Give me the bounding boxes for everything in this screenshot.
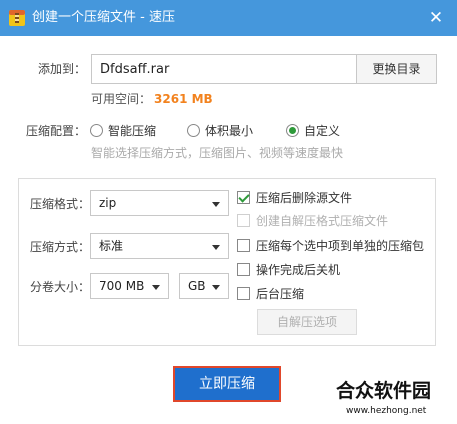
radio-smart-label: 智能压缩	[108, 123, 157, 138]
chevron-down-icon	[212, 245, 220, 250]
watermark-url: www.hezhong.net	[346, 406, 427, 416]
checkbox-separate-archives-label: 压缩每个选中项到单独的压缩包	[256, 238, 425, 253]
radio-smart[interactable]: 智能压缩	[90, 122, 156, 138]
volume-size-value: 700 MB	[99, 279, 145, 293]
method-label: 压缩方式：	[30, 240, 91, 254]
chevron-down-icon	[152, 285, 160, 290]
compress-now-button[interactable]: 立即压缩	[173, 366, 281, 402]
checkbox-separate-archives-box[interactable]	[237, 238, 250, 252]
radio-custom-circle[interactable]	[286, 123, 299, 137]
available-space-label: 可用空间：	[91, 92, 152, 106]
radio-smallest[interactable]: 体积最小	[187, 122, 253, 138]
checkbox-separate-archives[interactable]: 压缩每个选中项到单独的压缩包	[237, 237, 424, 253]
radio-smallest-circle[interactable]	[187, 123, 200, 137]
filename-input[interactable]	[91, 54, 357, 84]
radio-custom-label: 自定义	[304, 123, 341, 138]
radio-smart-circle[interactable]	[90, 123, 103, 137]
available-space: 可用空间： 3261 MB	[91, 92, 213, 106]
volume-label: 分卷大小：	[30, 280, 91, 294]
checkbox-background-box[interactable]	[237, 286, 250, 300]
close-icon[interactable]: ✕	[421, 3, 451, 33]
checkbox-delete-source[interactable]: 压缩后删除源文件	[237, 189, 352, 205]
available-space-value: 3261 MB	[154, 92, 213, 106]
volume-unit-value: GB	[188, 279, 206, 293]
app-logo-icon	[9, 10, 25, 26]
window-title: 创建一个压缩文件 - 速压	[32, 10, 175, 25]
checkbox-delete-source-box[interactable]	[237, 190, 250, 204]
checkbox-background-label: 后台压缩	[256, 286, 305, 301]
checkbox-delete-source-label: 压缩后删除源文件	[256, 190, 353, 205]
chevron-down-icon	[212, 202, 220, 207]
checkbox-create-sfx-label: 创建自解压格式压缩文件	[256, 213, 389, 228]
sfx-options-button: 自解压选项	[257, 309, 357, 335]
checkbox-background[interactable]: 后台压缩	[237, 285, 304, 301]
checkbox-create-sfx: 创建自解压格式压缩文件	[237, 212, 388, 228]
checkbox-shutdown-label: 操作完成后关机	[256, 262, 341, 277]
method-select[interactable]: 标准	[90, 233, 229, 259]
checkbox-shutdown-box[interactable]	[237, 262, 250, 276]
watermark-name: 合众软件园	[336, 380, 432, 402]
title-bar: 创建一个压缩文件 - 速压 ✕	[0, 0, 457, 36]
format-label: 压缩格式：	[30, 197, 91, 211]
config-label: 压缩配置：	[26, 124, 87, 138]
method-value: 标准	[99, 239, 124, 253]
volume-unit-select[interactable]: GB	[179, 273, 229, 299]
checkbox-shutdown[interactable]: 操作完成后关机	[237, 261, 340, 277]
config-hint: 智能选择压缩方式，压缩图片、视频等速度最快	[91, 146, 344, 160]
format-value: zip	[99, 196, 117, 210]
volume-size-select[interactable]: 700 MB	[90, 273, 169, 299]
format-select[interactable]: zip	[90, 190, 229, 216]
add-to-label: 添加到：	[38, 62, 87, 76]
chevron-down-icon	[212, 285, 220, 290]
radio-custom[interactable]: 自定义	[286, 122, 340, 138]
radio-smallest-label: 体积最小	[205, 123, 254, 138]
checkbox-create-sfx-box	[237, 213, 250, 227]
change-directory-button[interactable]: 更换目录	[356, 54, 437, 84]
